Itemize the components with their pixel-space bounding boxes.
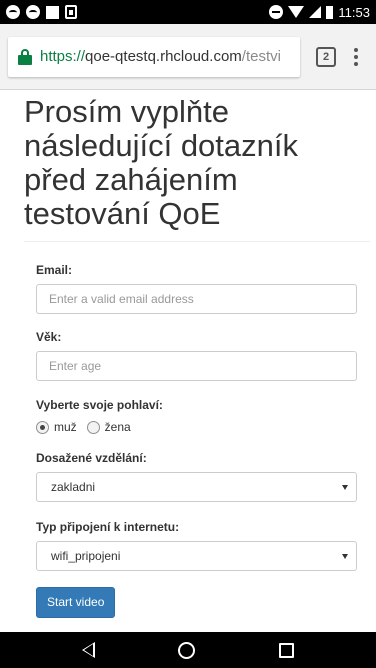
tab-count: 2 xyxy=(322,50,330,63)
battery-icon xyxy=(326,5,334,19)
do-not-disturb-icon xyxy=(269,5,284,19)
gender-radio-female[interactable] xyxy=(86,420,100,434)
age-label: Věk: xyxy=(36,330,62,344)
url-host: qoe-qtestq.rhcloud.com xyxy=(85,48,242,65)
education-selected-value: zakladni xyxy=(51,480,96,494)
url-scheme: https:// xyxy=(40,48,86,65)
home-icon[interactable] xyxy=(178,641,196,659)
messenger-icon xyxy=(26,5,40,19)
title-divider xyxy=(24,241,370,242)
page-content: Prosím vyplňte následující dotazník před… xyxy=(0,91,376,632)
connection-select[interactable]: wifi_pripojeni xyxy=(36,541,357,571)
age-input[interactable] xyxy=(36,351,357,381)
sim-icon xyxy=(65,5,77,19)
status-time: 11:53 xyxy=(338,4,370,20)
url-path: /testvi xyxy=(241,48,281,65)
status-bar: 11:53 xyxy=(0,0,376,24)
email-input[interactable] xyxy=(36,284,357,314)
connection-label: Typ připojení k internetu: xyxy=(36,520,180,534)
gender-radio-male[interactable] xyxy=(36,420,49,434)
url-bar[interactable]: https://qoe-qtestq.rhcloud.com/testvi xyxy=(8,36,300,77)
connection-selected-value: wifi_pripojeni xyxy=(51,549,121,563)
status-right: 11:53 xyxy=(269,5,370,20)
gender-radio-group: muž žena xyxy=(36,418,358,436)
signal-icon xyxy=(309,6,322,18)
chevron-down-icon xyxy=(342,553,348,559)
qoe-form: Email: Věk: Vyberte svoje pohlaví: muž ž… xyxy=(36,263,358,618)
education-label: Dosažené vzdělání: xyxy=(36,451,147,465)
wifi-icon xyxy=(288,6,305,18)
recent-apps-icon[interactable] xyxy=(279,642,295,658)
start-video-button[interactable]: Start video xyxy=(36,587,116,618)
notification-square-icon xyxy=(46,5,59,19)
navigation-bar xyxy=(0,632,376,668)
overflow-menu-icon[interactable] xyxy=(354,47,358,66)
education-select[interactable]: zakladni xyxy=(36,472,357,502)
url-text[interactable]: https://qoe-qtestq.rhcloud.com/testvi xyxy=(40,48,281,65)
lock-icon xyxy=(18,48,32,65)
browser-toolbar: https://qoe-qtestq.rhcloud.com/testvi 2 xyxy=(0,24,376,90)
gender-label: Vyberte svoje pohlaví: xyxy=(36,398,163,412)
tab-switcher-icon[interactable]: 2 xyxy=(316,46,336,67)
messenger-icon xyxy=(6,5,20,19)
back-icon[interactable] xyxy=(81,642,95,658)
gender-option-male-label: muž xyxy=(54,420,77,434)
page-title: Prosím vyplňte následující dotazník před… xyxy=(24,94,299,231)
chevron-down-icon xyxy=(342,484,348,490)
status-left xyxy=(6,5,77,19)
gender-option-female-label: žena xyxy=(104,420,131,434)
email-label: Email: xyxy=(36,263,73,277)
